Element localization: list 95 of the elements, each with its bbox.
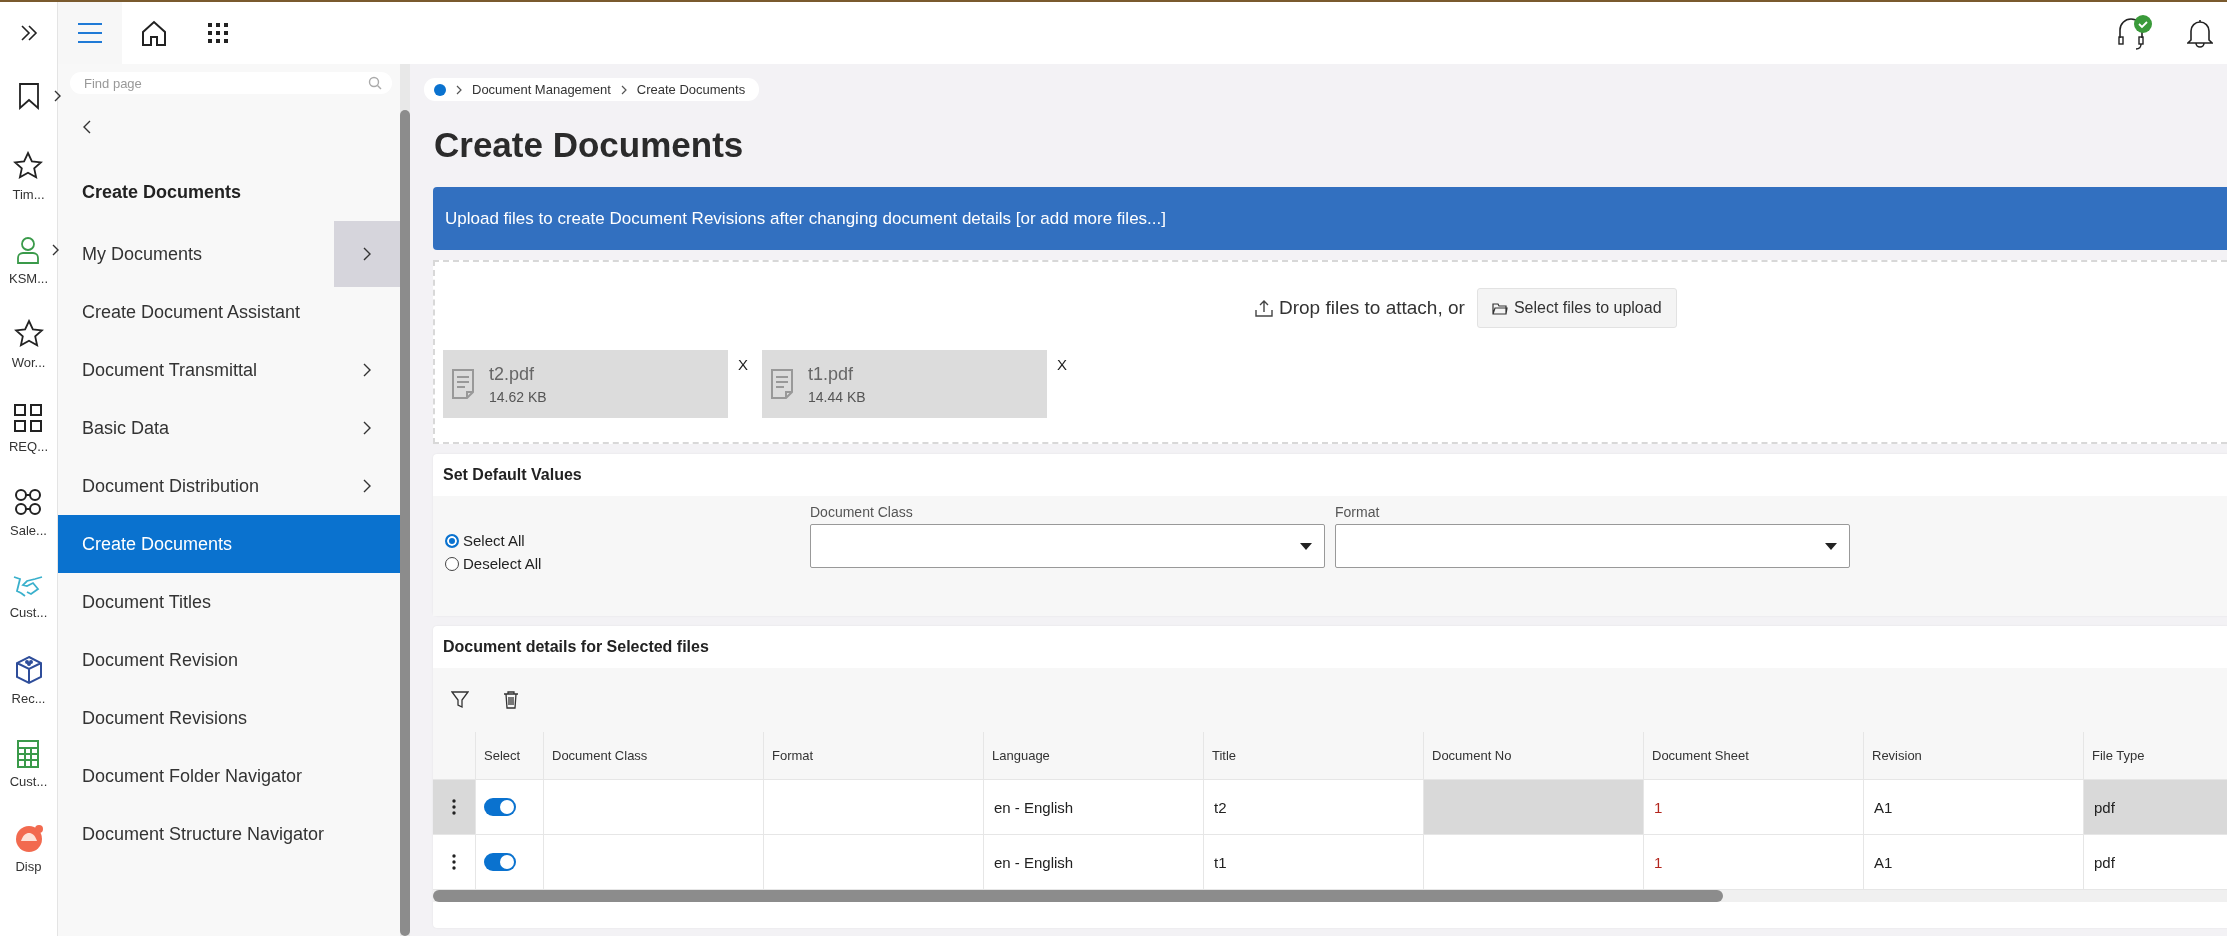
sidebar-item[interactable]: Document Revisions [58, 689, 400, 747]
dropdown-field[interactable] [810, 524, 1325, 568]
trash-icon[interactable] [503, 691, 519, 709]
table-cell[interactable]: pdf [2084, 835, 2227, 889]
rail-label[interactable]: Sale... [10, 522, 47, 538]
sidebar-item[interactable]: Basic Data [58, 399, 400, 457]
sidebar-item[interactable]: Create Document Assistant [58, 283, 400, 341]
sidebar-item[interactable]: Document Titles [58, 573, 400, 631]
radio-option[interactable]: Select All [445, 532, 810, 549]
column-header[interactable]: Select [476, 732, 544, 779]
table-cell[interactable]: 1 [1644, 780, 1864, 834]
breadcrumb-link[interactable]: Create Documents [636, 82, 746, 97]
rail-label[interactable]: Disp [15, 858, 42, 874]
column-header[interactable]: Format [764, 732, 984, 779]
table-cell[interactable]: pdf [2084, 780, 2227, 834]
chevron-right-icon [456, 84, 462, 95]
search-bar[interactable]: Find page [70, 72, 392, 94]
file-size: 14.44 KB [808, 388, 866, 405]
field-label: Format [1335, 504, 1381, 520]
section-title: Document details for Selected files [442, 637, 710, 657]
file-name: t2.pdf [489, 363, 536, 385]
sidebar-item[interactable]: Document Revision [58, 631, 400, 689]
file-name: t1.pdf [808, 363, 855, 385]
column-header[interactable]: Title [1204, 732, 1424, 779]
file-size: 14.62 KB [489, 388, 547, 405]
rail-label[interactable]: Cust... [9, 773, 48, 789]
filter-icon[interactable] [451, 691, 469, 709]
grid-icon[interactable] [13, 402, 44, 433]
rings-icon[interactable] [13, 486, 44, 517]
chevron-right-icon [620, 84, 627, 95]
bookmark-icon[interactable] [17, 82, 40, 110]
avatar-icon[interactable] [13, 822, 44, 853]
rail-label[interactable]: REQ... [9, 438, 48, 454]
remove-file-button[interactable]: X [738, 356, 748, 373]
field-label: Document Class [810, 504, 914, 520]
table-cell[interactable]: en - English [984, 835, 1204, 889]
table-cell[interactable]: A1 [1864, 835, 2084, 889]
person-icon[interactable] [16, 234, 41, 265]
column-header[interactable]: Language [984, 732, 1204, 779]
kebab-icon [452, 854, 456, 870]
search-icon [368, 76, 382, 90]
rail-label[interactable]: Tim... [12, 186, 45, 202]
sidebar-item[interactable]: Document Transmittal [58, 341, 400, 399]
bell-icon[interactable] [2187, 18, 2213, 48]
horizontal-scrollbar[interactable] [433, 890, 2227, 902]
sidebar-heading: Create Documents [82, 182, 243, 203]
rail-label[interactable]: Rec... [11, 690, 46, 706]
kebab-icon [452, 799, 456, 815]
rail-label[interactable]: Cust... [9, 604, 48, 620]
home-dot-icon[interactable] [434, 83, 446, 96]
upload-icon [1255, 299, 1273, 317]
document-icon [451, 368, 475, 400]
banner-text: Upload files to create Document Revisions after changing document details [or add more files...] [445, 208, 1166, 229]
select-files-button[interactable]: Select files to upload [1476, 288, 1677, 328]
sidebar-item[interactable]: Document Folder Navigator [58, 747, 400, 805]
toggle-switch[interactable] [484, 853, 516, 871]
sidebar-item[interactable]: My Documents [58, 225, 400, 283]
column-header[interactable]: Document No [1424, 732, 1644, 779]
page-title: Create Documents [434, 125, 745, 165]
column-header[interactable]: File Type [2084, 732, 2227, 779]
document-icon [770, 368, 794, 400]
back-icon[interactable] [82, 120, 91, 134]
radio-button[interactable] [445, 556, 459, 571]
star-icon[interactable] [13, 318, 44, 349]
table-cell[interactable] [1424, 780, 1644, 834]
column-header[interactable]: Document Class [544, 732, 764, 779]
folder-icon [1491, 301, 1508, 315]
radio-option[interactable]: Deselect All [445, 555, 810, 572]
toggle-switch[interactable] [484, 798, 516, 816]
sidebar-item[interactable]: Document Distribution [58, 457, 400, 515]
radio-button[interactable] [445, 533, 459, 548]
sidebar-item[interactable]: Create Documents [58, 515, 400, 573]
rail-label[interactable]: KSM... [9, 270, 48, 286]
table-cell[interactable]: 1 [1644, 835, 1864, 889]
dropdown-field[interactable] [1335, 524, 1850, 568]
section-title: Set Default Values [442, 465, 583, 485]
column-header[interactable]: Revision [1864, 732, 2084, 779]
search-field[interactable]: Find page [82, 74, 368, 92]
caret-icon [1300, 542, 1312, 550]
table-cell[interactable]: en - English [984, 780, 1204, 834]
scrollbar[interactable] [400, 64, 410, 936]
drop-prompt: Drop files to attach, or [1279, 297, 1465, 319]
calculator-icon[interactable] [17, 739, 40, 768]
cube-icon[interactable] [13, 654, 44, 685]
column-header[interactable]: Document Sheet [1644, 732, 1864, 779]
breadcrumb-link[interactable]: Document Management [472, 82, 611, 97]
headset-icon[interactable] [2117, 14, 2153, 52]
rail-label[interactable]: Wor... [11, 354, 46, 370]
table-cell[interactable]: t1 [1204, 835, 1424, 889]
drop-zone[interactable]: Drop files to attach, or Select files to upload t2.pdf 14.62 KB X t1.pdf 14.44 KB X [433, 260, 2227, 444]
caret-icon [1825, 542, 1837, 550]
menu-icon[interactable] [58, 2, 122, 64]
star-icon[interactable] [13, 150, 44, 181]
remove-file-button[interactable]: X [1057, 356, 1068, 373]
sidebar-item[interactable]: Document Structure Navigator [58, 805, 400, 863]
